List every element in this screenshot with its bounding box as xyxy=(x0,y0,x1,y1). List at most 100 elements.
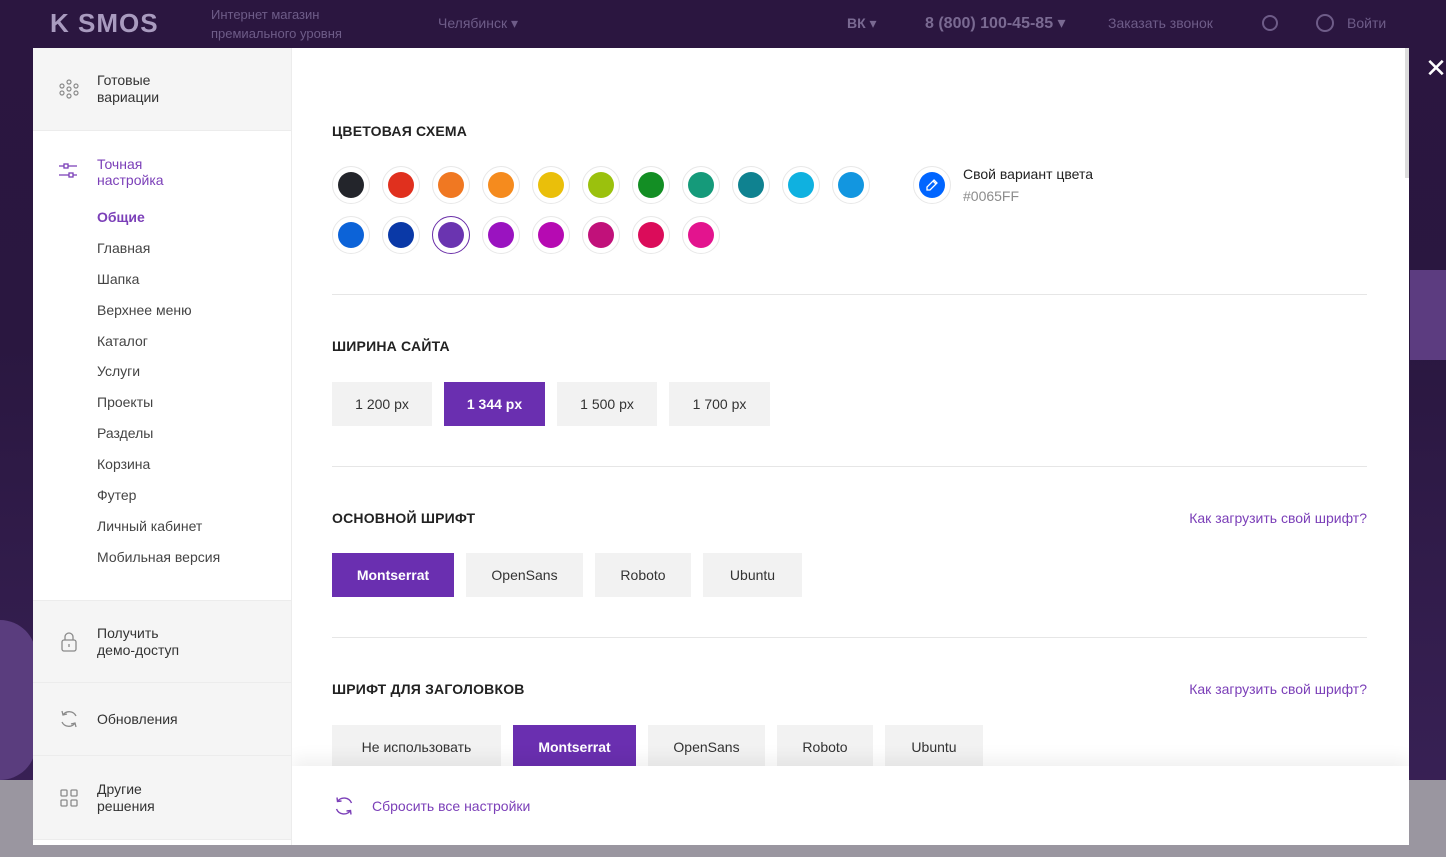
sidebar-item-demo-access[interactable]: Получить демо-доступ xyxy=(33,601,291,683)
custom-color-picker[interactable] xyxy=(913,166,951,204)
subnav-item-sections[interactable]: Разделы xyxy=(97,424,291,455)
divider xyxy=(332,294,1367,295)
color-scheme-section: ЦВЕТОВАЯ СХЕМА xyxy=(332,123,1367,139)
subnav-item-projects[interactable]: Проекты xyxy=(97,393,291,424)
upload-font-link[interactable]: Как загрузить свой шрифт? xyxy=(1189,681,1367,697)
grid-dots-icon xyxy=(57,77,81,101)
heading-font-option-none[interactable]: Не использовать xyxy=(332,725,501,769)
sidebar-tuning-header[interactable]: Точная настройка xyxy=(57,156,291,188)
width-option-1500[interactable]: 1 500 px xyxy=(557,382,657,426)
font-option-ubuntu[interactable]: Ubuntu xyxy=(703,553,802,597)
upload-font-link[interactable]: Как загрузить свой шрифт? xyxy=(1189,510,1367,526)
bg-social-vk: ВК ▾ xyxy=(847,15,877,31)
color-swatch-fill xyxy=(488,222,514,248)
subnav-item-account[interactable]: Личный кабинет xyxy=(97,517,291,548)
subnav-item-catalog[interactable]: Каталог xyxy=(97,332,291,363)
heading-font-option-opensans[interactable]: OpenSans xyxy=(648,725,765,769)
sidebar-item-other-solutions[interactable]: Другие решения xyxy=(33,756,291,840)
bg-login-link: Войти xyxy=(1347,15,1387,31)
divider xyxy=(332,637,1367,638)
width-option-1200[interactable]: 1 200 px xyxy=(332,382,432,426)
color-swatch-fill xyxy=(588,172,614,198)
color-swatch[interactable] xyxy=(682,166,720,204)
subnav-item-main[interactable]: Главная xyxy=(97,239,291,270)
sidebar-item-label: Получить демо-доступ xyxy=(97,624,180,658)
color-swatch[interactable] xyxy=(682,216,720,254)
settings-modal: Готовые вариации Точная настройка Общие … xyxy=(33,48,1409,845)
apps-icon xyxy=(57,786,81,810)
color-swatch-fill xyxy=(788,172,814,198)
color-swatch[interactable] xyxy=(632,166,670,204)
refresh-icon xyxy=(57,707,81,731)
color-swatch[interactable] xyxy=(332,216,370,254)
color-swatch[interactable] xyxy=(482,166,520,204)
subnav-item-top-menu[interactable]: Верхнее меню xyxy=(97,301,291,332)
color-swatch[interactable] xyxy=(632,216,670,254)
section-title: ШИРИНА САЙТА xyxy=(332,338,450,354)
main-font-section: ОСНОВНОЙ ШРИФТ Как загрузить свой шрифт? xyxy=(332,510,1367,526)
sidebar-item-variations[interactable]: Готовые вариации xyxy=(33,48,291,131)
content-scrollbar[interactable] xyxy=(1405,48,1409,178)
color-swatch[interactable] xyxy=(832,166,870,204)
color-swatch[interactable] xyxy=(382,166,420,204)
color-swatch[interactable] xyxy=(582,216,620,254)
color-swatch[interactable] xyxy=(382,216,420,254)
color-swatch[interactable] xyxy=(532,216,570,254)
color-swatch-fill xyxy=(388,222,414,248)
heading-font-option-montserrat[interactable]: Montserrat xyxy=(513,725,636,769)
color-swatch-fill xyxy=(638,222,664,248)
sidebar-item-label: Другие решения xyxy=(97,780,155,814)
sidebar-item-updates[interactable]: Обновления xyxy=(33,683,291,756)
bg-city-selector: Челябинск ▾ xyxy=(438,15,519,31)
subnav-item-services[interactable]: Услуги xyxy=(97,362,291,393)
color-swatch-fill xyxy=(688,172,714,198)
subnav-item-header[interactable]: Шапка xyxy=(97,270,291,301)
color-swatch-fill xyxy=(488,172,514,198)
heading-font-option-roboto[interactable]: Roboto xyxy=(777,725,873,769)
font-option-opensans[interactable]: OpenSans xyxy=(466,553,583,597)
color-swatch-fill xyxy=(738,172,764,198)
subnav-item-mobile[interactable]: Мобильная версия xyxy=(97,548,291,579)
site-width-options: 1 200 px 1 344 px 1 500 px 1 700 px xyxy=(332,382,770,426)
subnav-item-cart[interactable]: Корзина xyxy=(97,455,291,486)
heading-font-option-ubuntu[interactable]: Ubuntu xyxy=(885,725,983,769)
sidebar-item-label: Точная настройка xyxy=(97,156,164,188)
bg-logo: K SMOS xyxy=(50,8,159,38)
color-swatch[interactable] xyxy=(782,166,820,204)
color-swatch[interactable] xyxy=(532,166,570,204)
color-swatch-fill xyxy=(588,222,614,248)
reset-icon xyxy=(332,794,356,818)
divider xyxy=(332,466,1367,467)
color-swatch-fill xyxy=(438,222,464,248)
eyedropper-icon xyxy=(926,179,938,191)
color-swatch-fill xyxy=(538,222,564,248)
lock-icon xyxy=(57,630,81,654)
width-option-1344[interactable]: 1 344 px xyxy=(444,382,545,426)
color-swatch[interactable] xyxy=(332,166,370,204)
color-swatch-fill xyxy=(338,222,364,248)
close-icon[interactable]: ✕ xyxy=(1424,55,1446,81)
color-swatch-fill xyxy=(538,172,564,198)
color-swatch[interactable] xyxy=(732,166,770,204)
custom-color: Свой вариант цвета #0065FF xyxy=(913,166,1173,206)
main-font-options: Montserrat OpenSans Roboto Ubuntu xyxy=(332,553,802,597)
settings-content: ЦВЕТОВАЯ СХЕМА Свой вариант цвета #0065F… xyxy=(292,48,1409,845)
color-swatch[interactable] xyxy=(582,166,620,204)
color-swatch-fill xyxy=(688,222,714,248)
color-swatch-fill xyxy=(838,172,864,198)
reset-settings-button[interactable]: Сбросить все настройки xyxy=(332,794,530,818)
color-swatch-fill xyxy=(388,172,414,198)
color-swatch[interactable] xyxy=(482,216,520,254)
width-option-1700[interactable]: 1 700 px xyxy=(669,382,770,426)
subnav-item-footer[interactable]: Футер xyxy=(97,486,291,517)
color-swatch[interactable] xyxy=(432,166,470,204)
sliders-icon xyxy=(57,160,81,184)
heading-font-options: Не использовать Montserrat OpenSans Robo… xyxy=(332,725,983,769)
subnav-item-general[interactable]: Общие xyxy=(97,208,291,239)
color-swatch[interactable] xyxy=(432,216,470,254)
font-option-montserrat[interactable]: Montserrat xyxy=(332,553,454,597)
custom-color-value: #0065FF xyxy=(963,188,1020,204)
bg-user-icon xyxy=(1316,14,1334,32)
heading-font-section: ШРИФТ ДЛЯ ЗАГОЛОВКОВ Как загрузить свой … xyxy=(332,681,1367,697)
font-option-roboto[interactable]: Roboto xyxy=(595,553,691,597)
